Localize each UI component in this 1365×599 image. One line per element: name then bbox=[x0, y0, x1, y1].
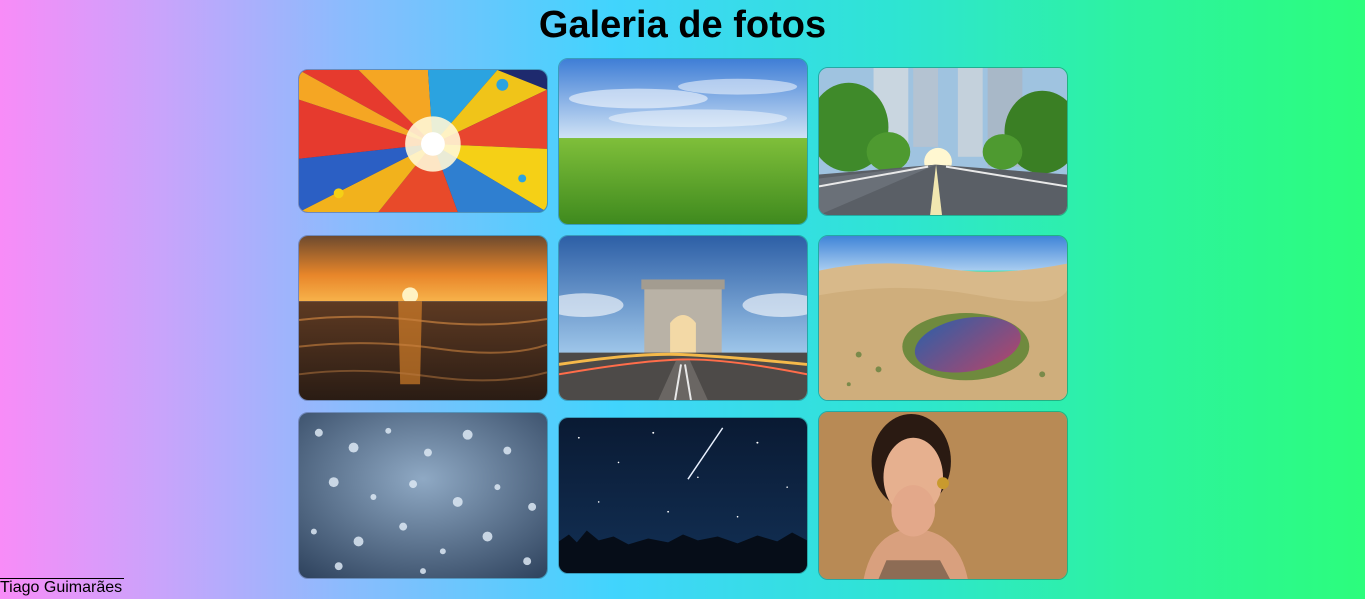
author-credit: Tiago Guimarães bbox=[0, 578, 125, 596]
gallery-image-city-road[interactable] bbox=[818, 67, 1068, 216]
gallery-image-portrait[interactable] bbox=[818, 411, 1068, 580]
gallery-image-night-sky[interactable] bbox=[558, 417, 808, 574]
gallery-image-abstract-color-splash[interactable] bbox=[298, 69, 548, 213]
gallery-image-green-field[interactable] bbox=[558, 58, 808, 225]
gallery-image-arc-de-triomphe[interactable] bbox=[558, 235, 808, 401]
gallery-image-ocean-sunset[interactable] bbox=[298, 235, 548, 401]
gallery-image-desert-oasis[interactable] bbox=[818, 235, 1068, 401]
page-title: Galeria de fotos bbox=[538, 4, 827, 46]
gallery-image-rain-drops[interactable] bbox=[298, 412, 548, 579]
